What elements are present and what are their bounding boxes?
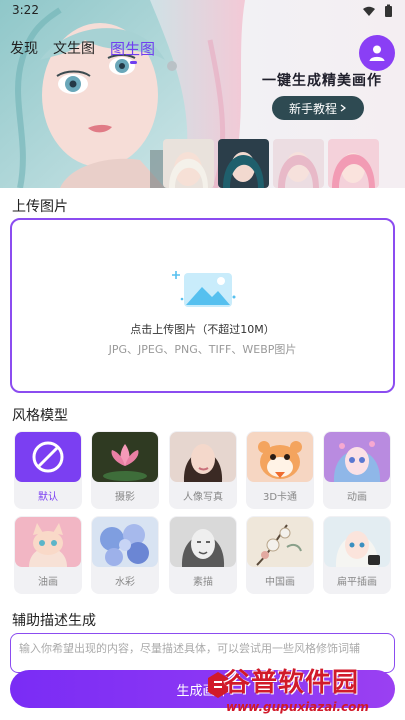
style-label: 3D卡通: [262, 492, 298, 503]
style-default-thumb: [15, 432, 81, 482]
style-chinese-painting-thumb: [247, 517, 313, 567]
style-watercolor-thumb: [92, 517, 158, 567]
style-chinese-painting[interactable]: 中国画: [246, 516, 314, 594]
style-flat-illustration-thumb: [324, 517, 390, 567]
style-label: 默认: [38, 492, 58, 503]
style-3d-cartoon[interactable]: 3D卡通: [246, 431, 314, 509]
style-label: 动画: [347, 492, 367, 503]
tutorial-button[interactable]: 新手教程: [272, 96, 364, 120]
assist-section-title: 辅助描述生成: [12, 613, 96, 629]
style-label: 素描: [193, 577, 213, 588]
watermark: 谷普软件园 www.gupuxiazai.com: [208, 662, 404, 720]
style-label: 油画: [38, 577, 58, 588]
watermark-title: 谷普软件园: [224, 668, 360, 698]
top-tabs: 发现 文生图 图生图: [10, 38, 156, 64]
style-label: 人像写真: [183, 492, 223, 503]
style-animation-thumb: [324, 432, 390, 482]
upload-area[interactable]: 点击上传图片（不超过10M） JPG、JPEG、PNG、TIFF、WEBP图片: [10, 218, 395, 393]
style-oil-painting[interactable]: 油画: [14, 516, 82, 594]
profile-button[interactable]: [359, 35, 395, 71]
style-3d-cartoon-thumb: [247, 432, 313, 482]
style-photography-thumb: [92, 432, 158, 482]
hero-thumb-white-hair[interactable]: [163, 139, 214, 188]
description-input[interactable]: [19, 642, 391, 655]
chevron-right-icon: [340, 104, 346, 112]
status-time: 3:22: [12, 3, 39, 17]
styles-section-title: 风格模型: [12, 408, 68, 424]
hero-banner: 3:22 发现 文生图 图生图 一键生成精美画作 新手教程: [0, 0, 405, 188]
upload-formats: JPG、JPEG、PNG、TIFF、WEBP图片: [108, 343, 297, 356]
style-animation[interactable]: 动画: [323, 431, 391, 509]
style-photography[interactable]: 摄影: [91, 431, 159, 509]
upload-prompt: 点击上传图片（不超过10M）: [130, 323, 275, 336]
user-icon: [369, 45, 385, 61]
wifi-icon: [363, 6, 375, 16]
style-watercolor[interactable]: 水彩: [91, 516, 159, 594]
hero-thumbnails: [163, 139, 379, 188]
tutorial-label: 新手教程: [288, 101, 337, 116]
image-upload-icon: [172, 271, 236, 307]
style-sketch-thumb: [170, 517, 236, 567]
tab-image-to-image[interactable]: 图生图: [110, 38, 156, 64]
hero-thumb-teal-hair[interactable]: [218, 139, 269, 188]
hero-slogan: 一键生成精美画作: [262, 73, 382, 89]
ban-icon: [32, 441, 64, 473]
style-portrait[interactable]: 人像写真: [169, 431, 237, 509]
tab-image-to-image-label: 图生图: [110, 40, 156, 58]
tab-text-to-image[interactable]: 文生图: [53, 38, 95, 59]
hero-thumb-pink-hair[interactable]: [273, 139, 324, 188]
style-portrait-thumb: [170, 432, 236, 482]
style-sketch[interactable]: 素描: [169, 516, 237, 594]
battery-icon: [385, 4, 392, 17]
status-bar: 3:22: [0, 0, 405, 22]
upload-section-title: 上传图片: [12, 199, 68, 215]
style-label: 水彩: [115, 577, 135, 588]
style-label: 扁平插画: [337, 577, 377, 588]
style-oil-painting-thumb: [15, 517, 81, 567]
status-icons: [363, 4, 392, 17]
watermark-url: www.gupuxiazai.com: [226, 700, 369, 714]
tab-discover[interactable]: 发现: [10, 38, 38, 59]
hero-thumb-pink-curls[interactable]: [328, 139, 379, 188]
style-label: 摄影: [115, 492, 135, 503]
style-flat-illustration[interactable]: 扁平插画: [323, 516, 391, 594]
style-default[interactable]: 默认: [14, 431, 82, 509]
active-tab-indicator: [129, 61, 137, 64]
style-label: 中国画: [265, 577, 295, 588]
